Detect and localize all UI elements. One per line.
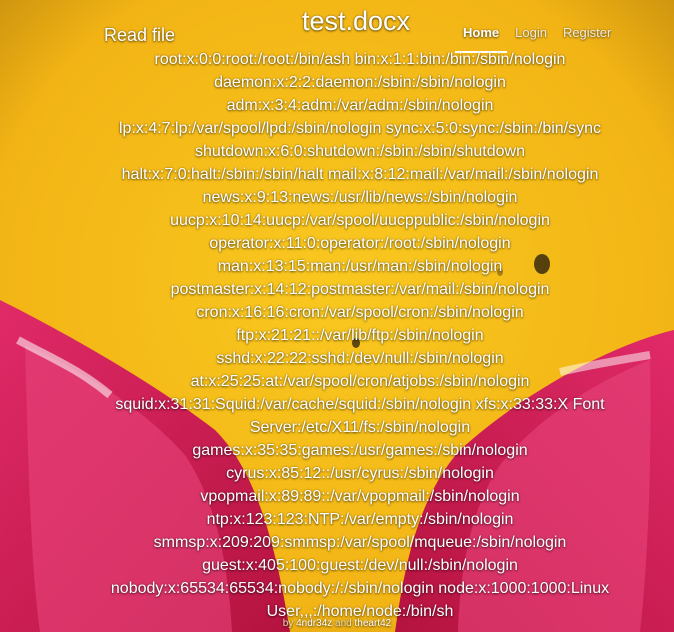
file-line: news:x:9:13:news:/usr/lib/news:/sbin/nol… xyxy=(202,189,518,206)
file-line: vpopmail:x:89:89::/var/vpopmail:/sbin/no… xyxy=(200,488,520,505)
file-line: guest:x:405:100:guest:/dev/null:/sbin/no… xyxy=(202,557,518,574)
file-line: root:x:0:0:root:/root:/bin/ash bin:x:1:1… xyxy=(154,51,566,68)
file-line: operator:x:11:0:operator:/root:/sbin/nol… xyxy=(209,235,511,252)
file-content: root:x:0:0:root:/root:/bin/ash bin:x:1:1… xyxy=(90,48,630,623)
file-line: shutdown:x:6:0:shutdown:/sbin:/sbin/shut… xyxy=(195,143,525,160)
file-line: games:x:35:35:games:/usr/games:/sbin/nol… xyxy=(192,442,528,459)
footer-author-link[interactable]: 4ndr34z xyxy=(296,618,332,629)
file-line: uucp:x:10:14:uucp:/var/spool/uucppublic:… xyxy=(170,212,550,229)
file-line: at:x:25:25:at:/var/spool/cron/atjobs:/sb… xyxy=(190,373,530,390)
file-line: halt:x:7:0:halt:/sbin:/sbin/halt mail:x:… xyxy=(121,166,599,183)
page-title: test.docx xyxy=(302,6,411,36)
file-line: nobody:x:65534:65534:nobody:/:/sbin/nolo… xyxy=(110,580,610,597)
file-line: squid:x:31:31:Squid:/var/cache/squid:/sb… xyxy=(115,396,605,413)
file-line: man:x:13:15:man:/usr/man:/sbin/nologin xyxy=(217,258,503,275)
file-line: cron:x:16:16:cron:/var/spool/cron:/sbin/… xyxy=(196,304,524,321)
file-line: adm:x:3:4:adm:/var/adm:/sbin/nologin xyxy=(226,97,494,114)
file-line: ftp:x:21:21::/var/lib/ftp:/sbin/nologin xyxy=(236,327,484,344)
file-line: smmsp:x:209:209:smmsp:/var/spool/mqueue:… xyxy=(153,534,567,551)
file-line: Server:/etc/X11/fs:/sbin/nologin xyxy=(249,419,471,436)
file-line: sshd:x:22:22:sshd:/dev/null:/sbin/nologi… xyxy=(216,350,504,367)
file-line: daemon:x:2:2:daemon:/sbin:/sbin/nologin xyxy=(214,74,506,91)
file-line: postmaster:x:14:12:postmaster:/var/mail:… xyxy=(170,281,550,298)
footer-and: and xyxy=(335,618,352,629)
file-line: lp:x:4:7:lp:/var/spool/lpd:/sbin/nologin… xyxy=(118,120,602,137)
footer-credits: by 4ndr34z and theart42 xyxy=(0,618,674,629)
file-line: ntp:x:123:123:NTP:/var/empty:/sbin/nolog… xyxy=(206,511,514,528)
nav-register-link[interactable]: Register xyxy=(555,24,619,51)
file-line: cyrus:x:85:12::/usr/cyrus:/sbin/nologin xyxy=(226,465,494,482)
footer-author-link[interactable]: theart42 xyxy=(355,618,392,629)
footer-by: by xyxy=(282,618,294,629)
read-file-label: Read file xyxy=(104,25,176,45)
nav-login-link[interactable]: Login xyxy=(507,24,555,51)
